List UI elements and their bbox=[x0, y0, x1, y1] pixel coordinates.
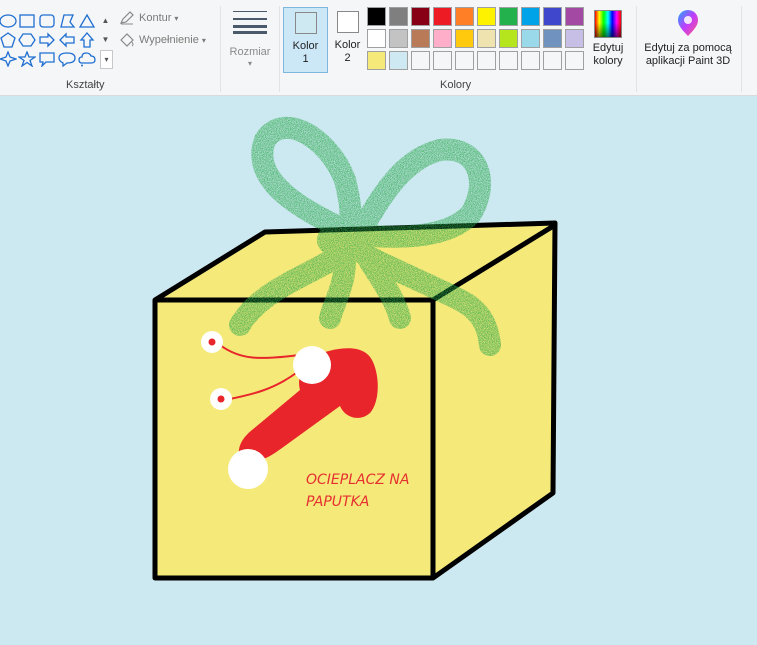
palette-color-swatch[interactable] bbox=[477, 7, 496, 26]
oval-callout-shape-icon[interactable] bbox=[57, 50, 77, 68]
palette-color-swatch[interactable] bbox=[499, 29, 518, 48]
size-chevron-down-icon: ▾ bbox=[247, 59, 252, 68]
polygon-shape-icon[interactable] bbox=[57, 12, 77, 30]
gallery-scroll-down-icon[interactable]: ▼ bbox=[100, 31, 111, 48]
triangle-shape-icon[interactable] bbox=[77, 12, 97, 30]
oval-shape-icon[interactable] bbox=[0, 12, 18, 30]
palette-color-swatch[interactable] bbox=[565, 51, 584, 70]
right-arrow-shape-icon[interactable] bbox=[37, 31, 57, 49]
palette-color-swatch[interactable] bbox=[543, 51, 562, 70]
palette-color-swatch[interactable] bbox=[543, 29, 562, 48]
color1-swatch bbox=[294, 12, 317, 34]
gift-drawing bbox=[152, 116, 558, 581]
fill-label: Wypełnienie bbox=[139, 34, 199, 46]
ribbon: ▲ ▼ ▾ Kontur ▾ Wypełnienie ▾ Kształty Ro… bbox=[0, 0, 757, 96]
palette-color-swatch[interactable] bbox=[433, 29, 452, 48]
palette-color-swatch[interactable] bbox=[367, 7, 386, 26]
color2-number: 2 bbox=[344, 52, 351, 64]
color2-label: Kolor bbox=[334, 39, 361, 51]
note-line-1: OCIEPLACZ NA bbox=[306, 472, 410, 488]
palette-color-swatch[interactable] bbox=[411, 29, 430, 48]
palette-color-swatch[interactable] bbox=[477, 29, 496, 48]
palette-color-swatch[interactable] bbox=[433, 7, 452, 26]
star-shape-icon[interactable] bbox=[17, 50, 37, 68]
outline-brush-icon bbox=[119, 11, 134, 25]
note-line-2: PAPUTKA bbox=[306, 494, 370, 510]
palette-color-swatch[interactable] bbox=[389, 29, 408, 48]
gallery-scroll-up-icon[interactable]: ▲ bbox=[100, 12, 111, 29]
rounded-rectangle-shape-icon[interactable] bbox=[37, 12, 57, 30]
outline-label: Kontur bbox=[139, 12, 172, 24]
palette-color-swatch[interactable] bbox=[455, 7, 474, 26]
palette-color-swatch[interactable] bbox=[389, 51, 408, 70]
color2-swatch bbox=[336, 11, 359, 33]
palette-color-swatch[interactable] bbox=[499, 51, 518, 70]
color2-button[interactable]: Kolor 2 bbox=[325, 7, 370, 73]
rect-callout-shape-icon[interactable] bbox=[37, 50, 57, 68]
edit-colors-button[interactable]: Edytuj kolory bbox=[587, 10, 629, 68]
gallery-expand-icon[interactable]: ▾ bbox=[100, 50, 113, 69]
palette-color-swatch[interactable] bbox=[499, 7, 518, 26]
size-button[interactable]: Rozmiar ▾ bbox=[225, 8, 275, 78]
separator bbox=[279, 6, 280, 92]
outline-dropdown[interactable]: Kontur ▾ bbox=[119, 11, 178, 25]
up-arrow-shape-icon[interactable] bbox=[77, 31, 97, 49]
color1-number: 1 bbox=[302, 53, 309, 65]
palette-color-swatch[interactable] bbox=[455, 29, 474, 48]
colors-group-label: Kolory bbox=[440, 79, 472, 91]
palette-color-swatch[interactable] bbox=[521, 7, 540, 26]
paint3d-label-1: Edytuj za pomocą bbox=[644, 42, 732, 54]
separator bbox=[220, 6, 221, 92]
drawing-canvas[interactable]: OCIEPLACZ NA PAPUTKA bbox=[0, 96, 757, 645]
palette-color-swatch[interactable] bbox=[411, 7, 430, 26]
shapes-group-label: Kształty bbox=[66, 79, 105, 91]
separator bbox=[636, 6, 637, 92]
palette-color-swatch[interactable] bbox=[521, 29, 540, 48]
palette-color-swatch[interactable] bbox=[411, 51, 430, 70]
palette-color-swatch[interactable] bbox=[565, 29, 584, 48]
four-point-star-shape-icon[interactable] bbox=[0, 50, 18, 68]
outline-chevron-down-icon: ▾ bbox=[174, 13, 179, 23]
cloud-callout-shape-icon[interactable] bbox=[77, 50, 97, 68]
palette-color-swatch[interactable] bbox=[433, 51, 452, 70]
line-size-icon bbox=[233, 11, 267, 34]
paint3d-icon bbox=[678, 10, 698, 36]
palette-color-swatch[interactable] bbox=[477, 51, 496, 70]
palette-color-swatch[interactable] bbox=[565, 7, 584, 26]
edit-colors-label-1: Edytuj bbox=[592, 42, 624, 54]
separator bbox=[741, 6, 742, 92]
fill-bucket-icon bbox=[120, 33, 134, 47]
palette-color-swatch[interactable] bbox=[389, 7, 408, 26]
paint3d-label-2: aplikacji Paint 3D bbox=[645, 55, 731, 67]
palette-color-swatch[interactable] bbox=[367, 29, 386, 48]
palette-color-swatch[interactable] bbox=[521, 51, 540, 70]
palette-color-swatch[interactable] bbox=[367, 51, 386, 70]
rectangle-shape-icon[interactable] bbox=[17, 12, 37, 30]
color1-button[interactable]: Kolor 1 bbox=[283, 7, 328, 73]
color1-label: Kolor bbox=[292, 40, 319, 52]
pentagon-shape-icon[interactable] bbox=[0, 31, 18, 49]
edit-with-paint3d-button[interactable]: Edytuj za pomocą aplikacji Paint 3D bbox=[639, 10, 737, 68]
left-arrow-shape-icon[interactable] bbox=[57, 31, 77, 49]
fill-chevron-down-icon: ▾ bbox=[201, 35, 206, 45]
palette-color-swatch[interactable] bbox=[455, 51, 474, 70]
fill-dropdown[interactable]: Wypełnienie ▾ bbox=[119, 33, 206, 47]
color-spectrum-icon bbox=[594, 10, 622, 38]
edit-colors-label-2: kolory bbox=[593, 55, 623, 67]
hexagon-shape-icon[interactable] bbox=[17, 31, 37, 49]
palette-color-swatch[interactable] bbox=[543, 7, 562, 26]
size-label: Rozmiar bbox=[229, 46, 271, 58]
